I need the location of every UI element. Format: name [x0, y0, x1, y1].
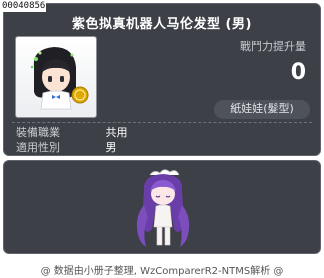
power-value: 0 — [290, 60, 306, 85]
item-id: 00040856 — [1, 1, 47, 12]
attribute-value: 男 — [105, 141, 117, 154]
item-icon-frame — [15, 36, 97, 118]
item-tooltip-card: 紫色拟真机器人马伦发型 (男) 戰鬥力提升量 0 紙娃娃(髮型) 裝備職業 共用… — [3, 3, 321, 156]
attribute-label: 裝備職業 — [16, 126, 60, 139]
item-type-badge: 紙娃娃(髮型) — [214, 100, 310, 119]
attribute-row-job: 裝備職業 共用 — [16, 124, 216, 140]
attribute-label: 適用性別 — [16, 141, 60, 154]
character-preview-panel — [3, 160, 321, 254]
hair-avatar-icon — [30, 47, 89, 110]
attribute-row-gender: 適用性別 男 — [16, 139, 216, 155]
item-title: 紫色拟真机器人马伦发型 (男) — [72, 17, 252, 32]
section-divider — [12, 122, 312, 123]
footer-credit: @ 数据由小册子整理, WzComparerR2-NTMS解析 @ — [40, 266, 284, 277]
attribute-value: 共用 — [105, 126, 128, 139]
character-preview — [136, 169, 190, 247]
power-label: 戰鬥力提升量 — [240, 40, 306, 53]
